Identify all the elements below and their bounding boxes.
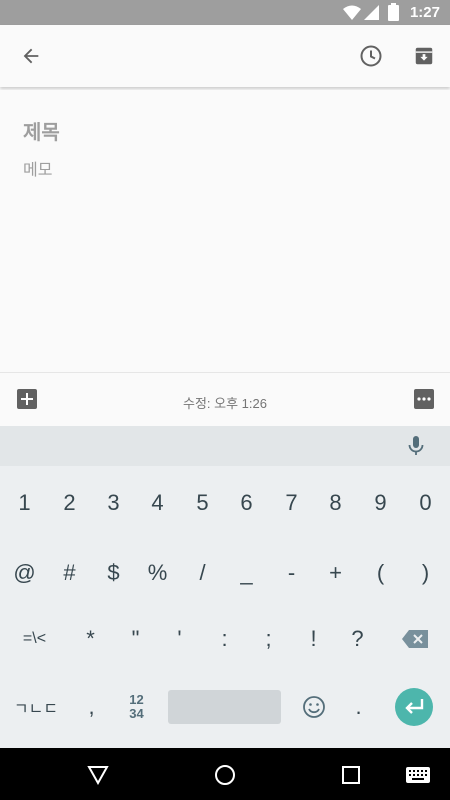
emoji-key[interactable] (291, 674, 336, 740)
key-underscore[interactable]: _ (224, 540, 269, 606)
key-double-quote[interactable]: " (113, 606, 158, 672)
wifi-icon (343, 5, 361, 20)
symbol-row-2: =\< * " ' : ; ! ? (0, 606, 450, 672)
key-1[interactable]: 1 (2, 470, 47, 536)
title-input[interactable]: 제목 (23, 116, 60, 145)
key-plus[interactable]: + (313, 540, 358, 606)
numpad-key[interactable]: 12 34 (114, 674, 159, 740)
home-circle-icon (215, 765, 235, 785)
key-7[interactable]: 7 (269, 470, 314, 536)
key-single-quote[interactable]: ' (157, 606, 202, 672)
symbol-keyboard: 1 2 3 4 5 6 7 8 9 0 @ # $ % / _ - + ( ) … (0, 426, 450, 748)
key-comma[interactable]: , (69, 674, 114, 740)
key-6[interactable]: 6 (224, 470, 269, 536)
edited-timestamp: 수정: 오후 1:26 (183, 396, 267, 411)
battery-icon (388, 3, 399, 21)
more-options-icon (417, 397, 431, 401)
backspace-key[interactable] (392, 606, 437, 672)
bottom-row: ㄱㄴㄷ , 12 34 . (0, 674, 450, 740)
numpad-label-bottom: 34 (129, 706, 144, 721)
note-editor: 제목 메모 (0, 90, 450, 372)
back-triangle-icon (87, 766, 109, 785)
key-question[interactable]: ? (335, 606, 380, 672)
suggestion-strip (0, 426, 450, 466)
key-2[interactable]: 2 (47, 470, 92, 536)
key-dollar[interactable]: $ (91, 540, 136, 606)
nav-home-button[interactable] (212, 762, 238, 788)
key-8[interactable]: 8 (313, 470, 358, 536)
key-4[interactable]: 4 (135, 470, 180, 536)
language-switch-key[interactable]: ㄱㄴㄷ (10, 674, 62, 740)
key-slash[interactable]: / (180, 540, 225, 606)
nav-recents-button[interactable] (338, 762, 364, 788)
signal-icon (364, 5, 379, 20)
numpad-label-top: 12 (129, 692, 144, 707)
key-minus[interactable]: - (269, 540, 314, 606)
more-symbols-key[interactable]: =\< (12, 606, 57, 672)
back-button[interactable] (15, 40, 47, 72)
mic-icon[interactable] (404, 434, 428, 458)
enter-icon (405, 699, 424, 714)
reminder-clock-icon (360, 45, 382, 67)
nav-back-button[interactable] (85, 762, 111, 788)
key-hash[interactable]: # (47, 540, 92, 606)
key-9[interactable]: 9 (358, 470, 403, 536)
key-percent[interactable]: % (135, 540, 180, 606)
navigation-bar (0, 748, 450, 800)
status-bar: 1:27 (0, 0, 450, 25)
keyboard-switch-icon (406, 767, 430, 783)
recents-square-icon (342, 766, 360, 784)
key-open-paren[interactable]: ( (358, 540, 403, 606)
key-colon[interactable]: : (202, 606, 247, 672)
space-key[interactable] (168, 690, 281, 724)
note-toolbar (0, 25, 450, 87)
back-arrow-icon (23, 48, 39, 64)
key-at[interactable]: @ (2, 540, 47, 606)
memo-input[interactable]: 메모 (23, 156, 52, 180)
symbol-row-1: @ # $ % / _ - + ( ) (0, 540, 450, 606)
key-asterisk[interactable]: * (68, 606, 113, 672)
key-exclamation[interactable]: ! (291, 606, 336, 672)
more-options-button[interactable] (414, 389, 434, 409)
archive-button[interactable] (408, 40, 440, 72)
keyboard-switch-button[interactable] (405, 762, 431, 788)
clock-time: 1:27 (409, 4, 440, 21)
enter-key[interactable] (395, 688, 433, 726)
key-0[interactable]: 0 (403, 470, 448, 536)
key-5[interactable]: 5 (180, 470, 225, 536)
emoji-icon (302, 696, 325, 718)
key-period[interactable]: . (336, 674, 381, 740)
key-3[interactable]: 3 (91, 470, 136, 536)
key-semicolon[interactable]: ; (246, 606, 291, 672)
note-bottom-bar: 수정: 오후 1:26 (0, 372, 450, 427)
number-row: 1 2 3 4 5 6 7 8 9 0 (0, 470, 450, 536)
reminder-button[interactable] (355, 40, 387, 72)
archive-icon (415, 47, 433, 65)
backspace-icon (401, 630, 428, 648)
key-close-paren[interactable]: ) (403, 540, 448, 606)
